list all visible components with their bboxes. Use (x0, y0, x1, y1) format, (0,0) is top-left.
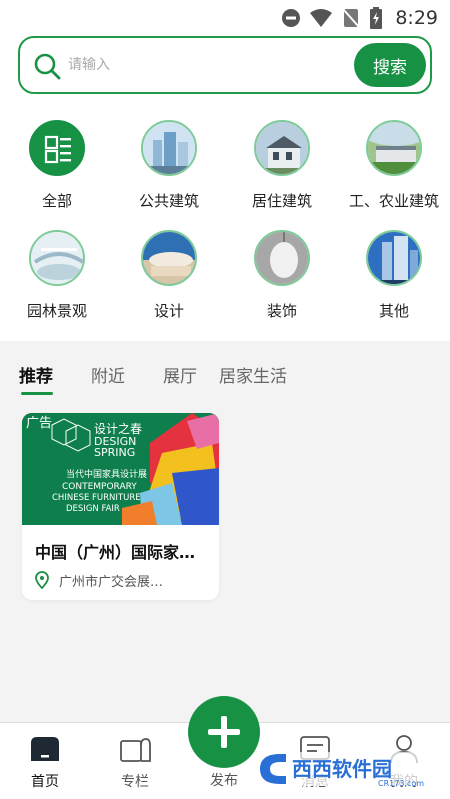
category-design[interactable]: 设计 (113, 230, 225, 321)
column-icon (120, 738, 151, 762)
search-input[interactable] (68, 50, 348, 80)
site-watermark: 西西软件园 CR173.com (256, 748, 432, 790)
home-icon (31, 737, 59, 761)
public-building-thumbnail (141, 120, 197, 176)
watermark-subtext: CR173.com (378, 779, 424, 788)
category-label: 园林景观 (26, 302, 87, 320)
category-label: 其他 (378, 302, 409, 320)
design-thumbnail (141, 230, 197, 286)
active-tab-indicator (21, 392, 53, 395)
category-label: 居住建筑 (251, 192, 312, 210)
category-all[interactable]: 全部 (1, 120, 113, 211)
category-landscape[interactable]: 园林景观 (1, 230, 113, 321)
other-thumbnail (366, 230, 422, 286)
poster-line3: SPRING (94, 446, 135, 459)
poster-line7: DESIGN FAIR (66, 504, 120, 514)
category-label: 全部 (41, 192, 72, 210)
exhibition-card[interactable]: 广告 设计之春 DESIGN SPRING 当代中国家具设计展 CONTEMPO… (22, 413, 219, 600)
tab-recommend[interactable]: 推荐 (19, 362, 53, 387)
card-location: 广州市广交会展… (35, 570, 211, 590)
search-icon (34, 53, 61, 80)
category-residential-building[interactable]: 居住建筑 (226, 120, 338, 211)
tab-home-living[interactable]: 居家生活 (219, 362, 287, 387)
tab-exhibition-hall[interactable]: 展厅 (163, 362, 197, 387)
nav-column[interactable]: 专栏 (95, 723, 175, 799)
category-label: 工、农业建筑 (348, 192, 439, 210)
publish-button[interactable] (188, 696, 260, 768)
status-bar: 8:29 (0, 0, 450, 36)
card-title: 中国（广州）国际家… (35, 543, 196, 562)
category-label: 装饰 (266, 302, 297, 320)
category-industrial-agricultural-building[interactable]: 工、农业建筑 (338, 120, 450, 211)
poster-line1: 设计之春 (94, 422, 142, 436)
card-location-text: 广州市广交会展… (59, 574, 164, 590)
exhibition-poster: 广告 设计之春 DESIGN SPRING 当代中国家具设计展 CONTEMPO… (22, 413, 219, 525)
category-label: 公共建筑 (138, 192, 199, 210)
plus-icon (208, 716, 240, 748)
nav-label: 专栏 (121, 774, 149, 790)
tab-nearby[interactable]: 附近 (91, 362, 125, 387)
publish-label: 发布 (210, 773, 238, 789)
no-signal-icon (342, 8, 361, 28)
watermark-text: 西西软件园 (292, 757, 392, 781)
poster-brand-mark: 广告 (26, 416, 52, 431)
nav-label: 首页 (31, 774, 59, 790)
poster-line4: 当代中国家具设计展 (66, 468, 147, 480)
do-not-disturb-icon (282, 9, 301, 27)
wifi-icon (310, 9, 333, 27)
location-pin-icon (35, 571, 49, 589)
industrial-building-thumbnail (366, 120, 422, 176)
landscape-thumbnail (29, 230, 85, 286)
search-bar: 搜索 (18, 36, 432, 94)
battery-icon (370, 7, 383, 29)
grid-menu-icon (29, 120, 85, 176)
category-label: 设计 (153, 302, 184, 320)
top-section: 搜索 全部 (0, 36, 450, 341)
decoration-thumbnail (254, 230, 310, 286)
search-button[interactable]: 搜索 (354, 43, 426, 87)
poster-line6: CHINESE FURNITURE (52, 493, 141, 503)
clock: 8:29 (395, 7, 438, 29)
category-other[interactable]: 其他 (338, 230, 450, 321)
residential-building-thumbnail (254, 120, 310, 176)
nav-home[interactable]: 首页 (5, 723, 85, 799)
category-decoration[interactable]: 装饰 (226, 230, 338, 321)
poster-line5: CONTEMPORARY (62, 482, 137, 492)
category-public-building[interactable]: 公共建筑 (113, 120, 225, 211)
feed-tabs: 推荐 附近 展厅 居家生活 (0, 348, 450, 398)
